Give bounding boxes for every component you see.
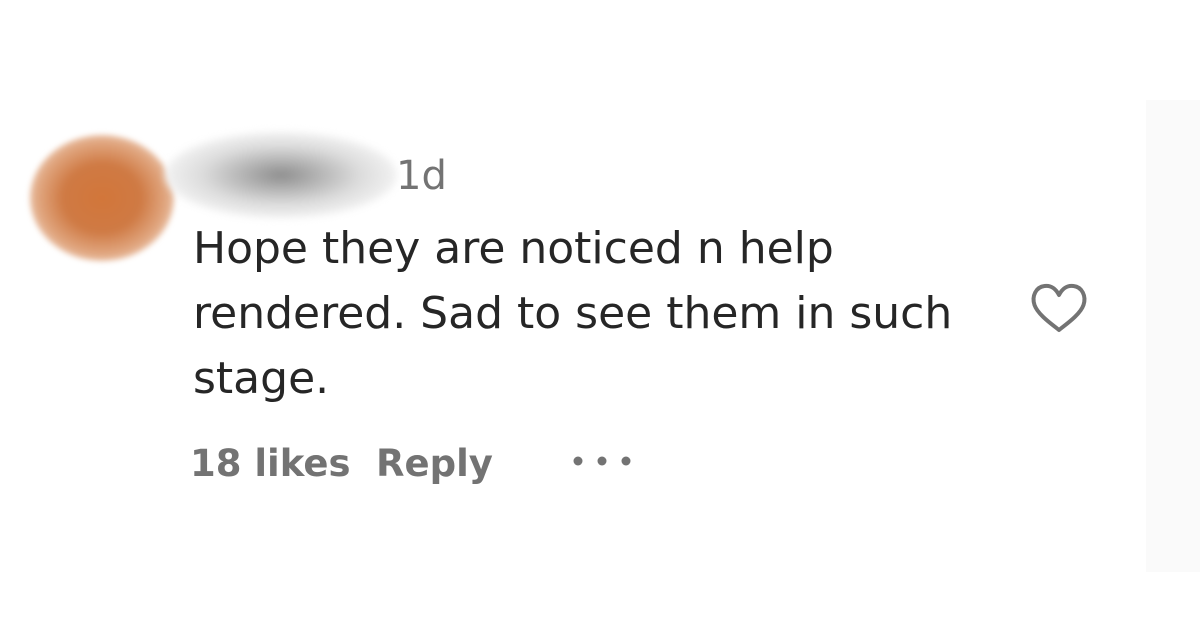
- more-options-dot: [621, 456, 631, 466]
- reply-button[interactable]: Reply: [376, 440, 493, 488]
- comment-text-line: Hope they are noticed n help: [193, 223, 834, 274]
- heart-outline-icon[interactable]: [1029, 282, 1089, 334]
- comment-text-line: stage.: [193, 353, 330, 404]
- more-options-icon[interactable]: [570, 453, 634, 469]
- avatar[interactable]: [30, 135, 174, 261]
- comment-text-line: rendered. Sad to see them in such: [193, 288, 953, 339]
- more-options-dot: [573, 456, 583, 466]
- comment-screenshot: 1d Hope they are noticed n help rendered…: [0, 0, 1200, 630]
- side-panel: [1146, 100, 1200, 572]
- comment-text: Hope they are noticed n help rendered. S…: [193, 216, 993, 411]
- likes-count[interactable]: 18 likes: [190, 440, 350, 488]
- comment-timestamp: 1d: [396, 153, 447, 199]
- more-options-dot: [597, 456, 607, 466]
- blurred-username[interactable]: [165, 132, 397, 218]
